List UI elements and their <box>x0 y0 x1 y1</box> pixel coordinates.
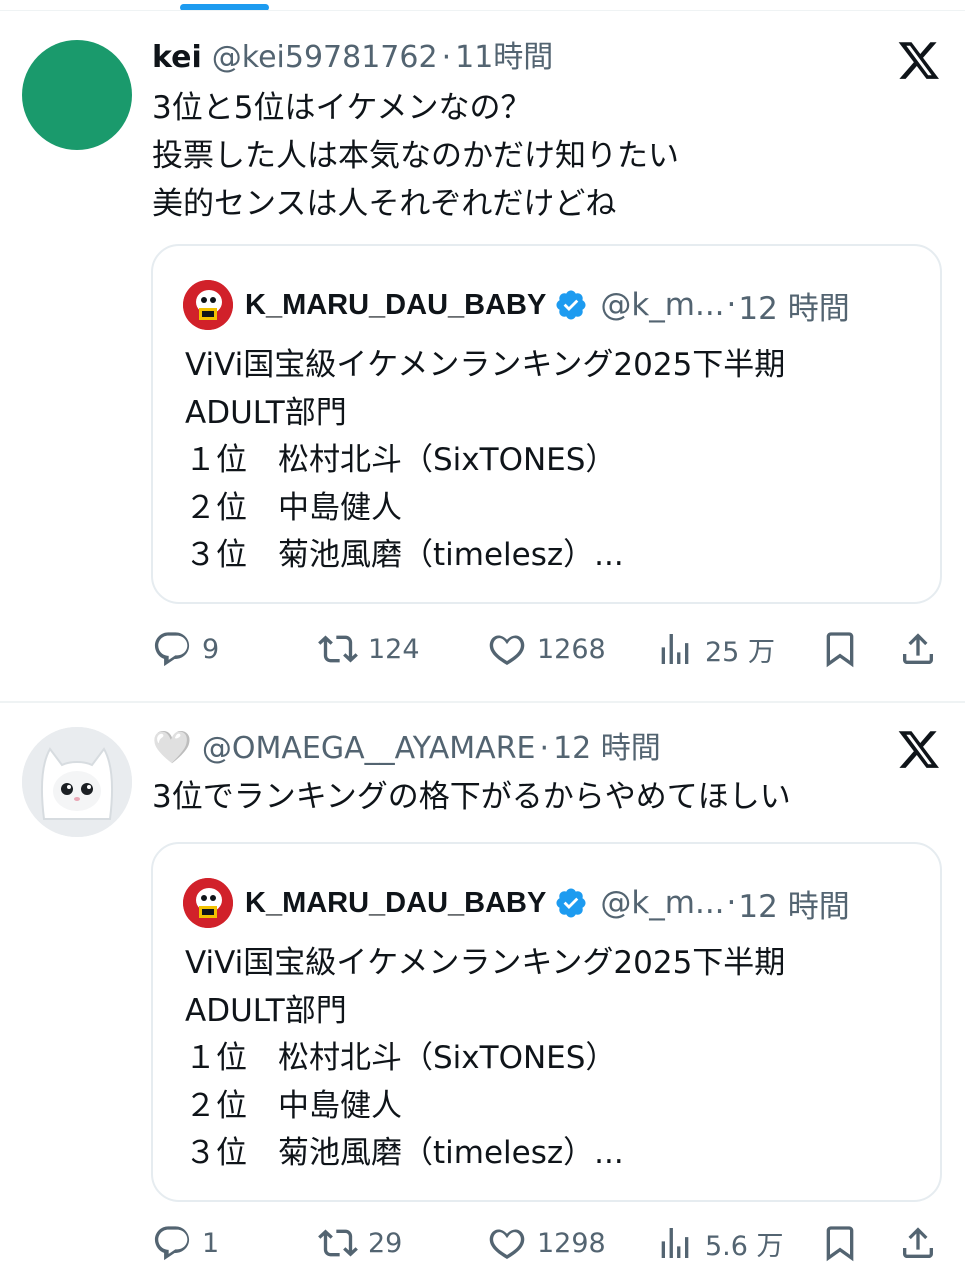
user-handle[interactable]: @kei59781762 <box>212 38 438 78</box>
separator-dot: · <box>539 731 550 766</box>
views-icon <box>661 634 689 664</box>
bookmark-button[interactable] <box>820 624 860 674</box>
bookmark-icon <box>826 1226 854 1262</box>
retweet-icon <box>318 635 358 663</box>
reply-count: 1 <box>202 1227 220 1259</box>
x-logo-icon <box>898 731 939 768</box>
tweet-text: 3位でランキングの格下がるからやめてほしい <box>152 779 791 815</box>
views-count: 5.6 万 <box>705 1230 784 1262</box>
x-logo-icon <box>898 42 939 79</box>
tweet-text: 3位と5位はイケメンなの？ 投票した人は本気なのかだけ知りたい 美的センスは人そ… <box>152 90 679 222</box>
quote-display-name[interactable]: K_MARU_DAU_BABY <box>245 887 546 920</box>
tweet-header: kei @kei59781762 · 11時間 <box>152 38 885 78</box>
share-icon <box>903 633 933 664</box>
quote-header: K_MARU_DAU_BABY @k_m... · 12 時間 <box>183 280 910 330</box>
quote-text: ViVi国宝級イケメンランキング2025下半期 ADULT部門 １位 松村北斗（… <box>185 945 786 1171</box>
quote-handle[interactable]: @k_m... <box>600 287 724 323</box>
mascot-icon <box>183 280 233 330</box>
like-button[interactable]: 1268 <box>487 624 606 674</box>
views-button[interactable]: 25 万 <box>655 624 775 674</box>
bookmark-button[interactable] <box>820 1218 860 1268</box>
action-bar: 9 124 1268 25 万 <box>0 624 965 674</box>
quote-tweet[interactable]: K_MARU_DAU_BABY @k_m... · 12 時間 ViVi国宝級イ… <box>151 244 942 604</box>
quote-header: K_MARU_DAU_BABY @k_m... · 12 時間 <box>183 878 910 928</box>
display-name[interactable]: 🤍 <box>152 727 192 767</box>
tweet-card[interactable]: 🤍 @OMAEGA__AYAMARE · 12 時間 3位でランキングの格下がる… <box>0 703 965 1280</box>
reply-icon <box>154 1226 190 1261</box>
quote-tweet[interactable]: K_MARU_DAU_BABY @k_m... · 12 時間 ViVi国宝級イ… <box>151 842 942 1202</box>
reply-button[interactable]: 1 <box>152 1218 219 1268</box>
like-count: 1268 <box>537 633 606 665</box>
tweet-header: 🤍 @OMAEGA__AYAMARE · 12 時間 <box>152 727 885 769</box>
cat-character-icon <box>22 727 132 837</box>
tweet-card[interactable]: kei @kei59781762 · 11時間 3位と5位はイケメンなの？ 投票… <box>0 12 965 702</box>
timestamp[interactable]: 12 時間 <box>553 729 661 769</box>
verified-badge-icon <box>556 290 586 320</box>
views-icon <box>661 1228 689 1258</box>
retweet-icon <box>318 1229 358 1257</box>
mascot-icon <box>183 878 233 928</box>
avatar[interactable] <box>22 727 132 837</box>
share-icon <box>903 1227 933 1258</box>
quote-timestamp[interactable]: 12 時間 <box>738 881 849 926</box>
bookmark-icon <box>826 632 854 668</box>
views-count: 25 万 <box>705 636 775 668</box>
heart-icon <box>489 635 525 665</box>
avatar[interactable] <box>22 40 132 150</box>
like-button[interactable]: 1298 <box>487 1218 606 1268</box>
reply-button[interactable]: 9 <box>152 624 219 674</box>
retweet-count: 124 <box>368 633 420 665</box>
retweet-count: 29 <box>368 1227 403 1259</box>
quote-display-name[interactable]: K_MARU_DAU_BABY <box>245 289 546 322</box>
share-button[interactable] <box>898 1218 938 1268</box>
quote-timestamp[interactable]: 12 時間 <box>738 283 849 328</box>
top-divider <box>0 10 965 11</box>
quote-handle[interactable]: @k_m... <box>600 885 724 921</box>
share-button[interactable] <box>898 624 938 674</box>
like-count: 1298 <box>537 1227 606 1259</box>
reply-icon <box>154 632 190 667</box>
separator-dot: · <box>441 40 452 75</box>
action-bar: 1 29 1298 5.6 万 <box>0 1218 965 1268</box>
quote-avatar[interactable] <box>183 878 233 928</box>
separator-dot: · <box>726 885 737 921</box>
retweet-button[interactable]: 124 <box>318 624 420 674</box>
verified-badge-icon <box>556 888 586 918</box>
separator-dot: · <box>726 287 737 323</box>
retweet-button[interactable]: 29 <box>318 1218 402 1268</box>
heart-icon <box>489 1229 525 1259</box>
display-name[interactable]: kei <box>152 38 202 78</box>
user-handle[interactable]: @OMAEGA__AYAMARE <box>202 729 536 769</box>
quote-avatar[interactable] <box>183 280 233 330</box>
quote-text: ViVi国宝級イケメンランキング2025下半期 ADULT部門 １位 松村北斗（… <box>185 347 786 573</box>
timestamp[interactable]: 11時間 <box>455 38 553 78</box>
views-button[interactable]: 5.6 万 <box>655 1218 784 1268</box>
reply-count: 9 <box>202 633 220 665</box>
